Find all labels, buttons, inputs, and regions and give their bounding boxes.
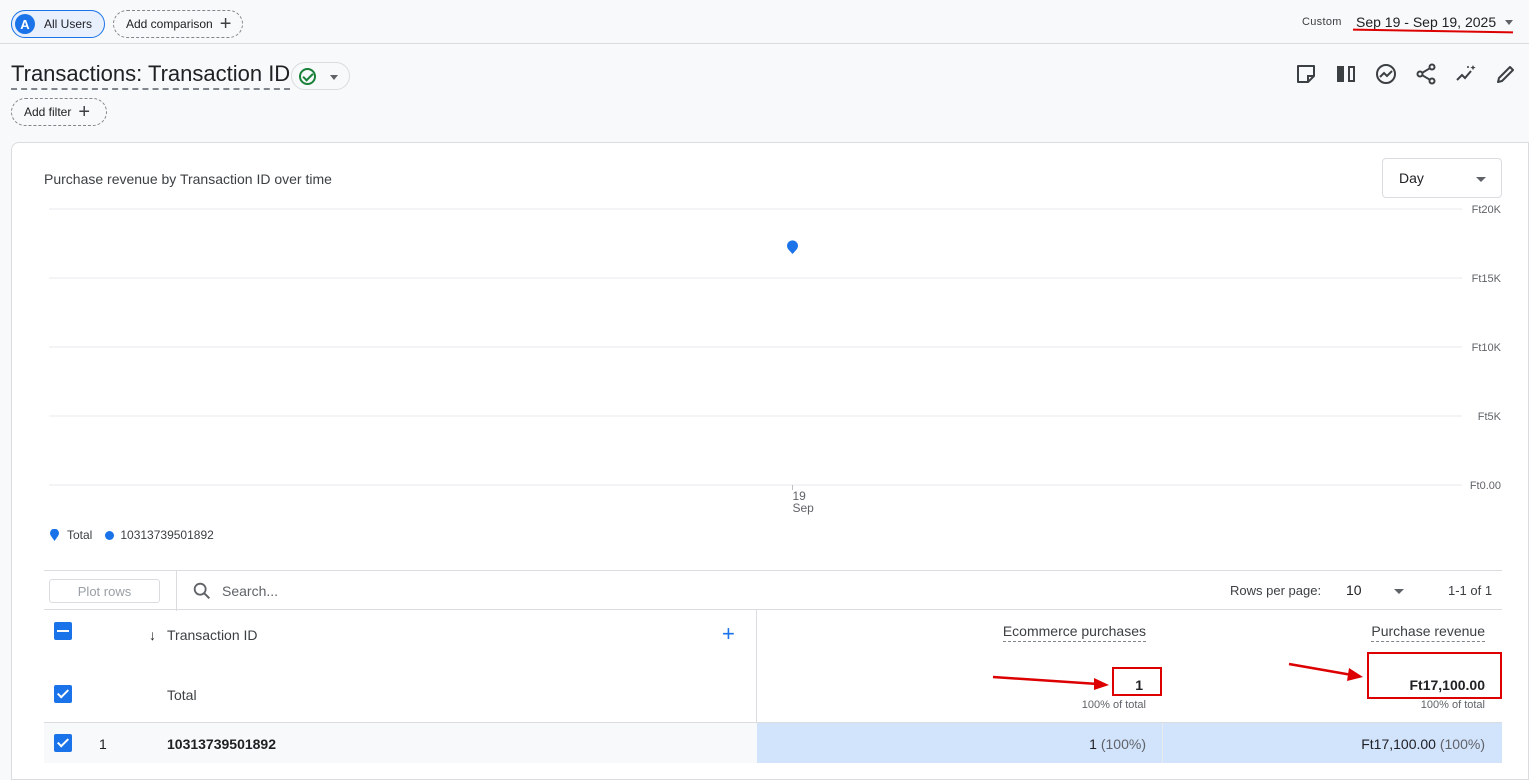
y-tick-label: Ft15K (1472, 273, 1502, 285)
column-header-purchase-revenue[interactable]: Purchase revenue (1371, 623, 1485, 642)
legend-label: 10313739501892 (120, 528, 214, 542)
total-purchases-percent: 100% of total (1081, 699, 1146, 711)
legend-item-series[interactable]: 10313739501892 (105, 528, 214, 542)
cell-divider (1162, 723, 1163, 763)
table-header (44, 610, 1502, 723)
insights-icon[interactable] (1374, 62, 1398, 86)
sort-descending-icon[interactable]: ↓ (149, 627, 156, 643)
add-comparison-button[interactable]: Add comparison + (113, 10, 243, 38)
edit-pencil-icon[interactable] (1494, 62, 1518, 86)
note-icon[interactable] (1294, 62, 1318, 86)
row-revenue-percent: (100%) (1439, 736, 1485, 752)
chevron-down-icon[interactable] (1394, 589, 1404, 594)
annotation-box-purchases (1112, 667, 1162, 696)
chart-legend: Total 10313739501892 (48, 528, 227, 542)
chevron-down-icon[interactable] (1505, 20, 1513, 25)
chevron-down-icon (330, 75, 338, 80)
rows-per-page-label: Rows per page: (1230, 583, 1322, 598)
add-filter-label: Add filter (24, 105, 72, 119)
segment-label: All Users (44, 17, 93, 31)
report-status-dropdown[interactable] (291, 62, 350, 90)
segment-chip-all-users[interactable]: A All Users (11, 10, 105, 38)
y-tick-label: Ft5K (1478, 411, 1502, 423)
x-tick-label-month: Sep (793, 501, 815, 515)
row-ecommerce-purchases: 1 (100%) (1089, 736, 1146, 752)
date-range-picker[interactable]: Sep 19 - Sep 19, 2025 (1356, 14, 1496, 30)
column-header-transaction-id[interactable]: Transaction ID (167, 627, 258, 643)
legend-label: Total (67, 528, 93, 542)
legend-dot (105, 530, 115, 540)
plot-rows-button[interactable]: Plot rows (49, 579, 160, 603)
add-comparison-label: Add comparison (126, 17, 213, 31)
select-all-checkbox[interactable] (54, 622, 72, 640)
y-tick-label: Ft0.00 (1470, 480, 1501, 492)
trend-sparkle-icon[interactable] (1454, 62, 1478, 86)
row-checkbox[interactable] (54, 734, 72, 752)
add-filter-button[interactable]: Add filter + (11, 98, 107, 126)
compare-columns-icon[interactable] (1334, 62, 1358, 86)
row-transaction-id: 10313739501892 (167, 736, 277, 752)
total-row-checkbox[interactable] (54, 685, 72, 703)
row-index: 1 (99, 736, 107, 752)
date-mode-label: Custom (1302, 16, 1342, 28)
rows-per-page-select[interactable]: 10 (1346, 582, 1362, 598)
row-purchases-value: 1 (1089, 736, 1097, 752)
row-purchase-revenue: Ft17,100.00 (100%) (1361, 736, 1485, 752)
y-tick-label: Ft20K (1472, 204, 1502, 216)
page-title[interactable]: Transactions: Transaction ID (11, 62, 291, 90)
plus-icon: + (219, 13, 232, 35)
row-revenue-value: Ft17,100.00 (1361, 736, 1436, 752)
annotation-box-revenue (1367, 652, 1502, 699)
divider (176, 571, 177, 611)
table-toolbar: Plot rows Rows per page: 10 1-1 of 1 (44, 570, 1502, 611)
column-header-ecommerce-purchases[interactable]: Ecommerce purchases (1002, 623, 1146, 642)
row-purchases-percent: (100%) (1100, 736, 1146, 752)
search-input[interactable] (222, 580, 522, 602)
pin-marker-icon (50, 528, 59, 541)
report-card: Purchase revenue by Transaction ID over … (11, 142, 1529, 780)
data-point-series[interactable] (789, 244, 796, 252)
plus-icon: + (78, 101, 91, 123)
legend-item-total[interactable]: Total (48, 528, 92, 542)
search-icon (193, 582, 211, 600)
top-bar: A All Users Add comparison + Custom Sep … (0, 0, 1529, 44)
pagination-count: 1-1 of 1 (1448, 583, 1493, 598)
y-tick-label: Ft10K (1472, 342, 1502, 354)
add-column-button[interactable]: + (722, 623, 735, 645)
check-circle-icon (299, 68, 316, 85)
total-row-label: Total (167, 687, 197, 703)
total-revenue-percent: 100% of total (1420, 699, 1485, 711)
line-chart: Ft0.00Ft5KFt10KFt15KFt20K19Sep (49, 204, 1502, 515)
segment-avatar: A (15, 14, 35, 34)
share-icon[interactable] (1414, 62, 1438, 86)
